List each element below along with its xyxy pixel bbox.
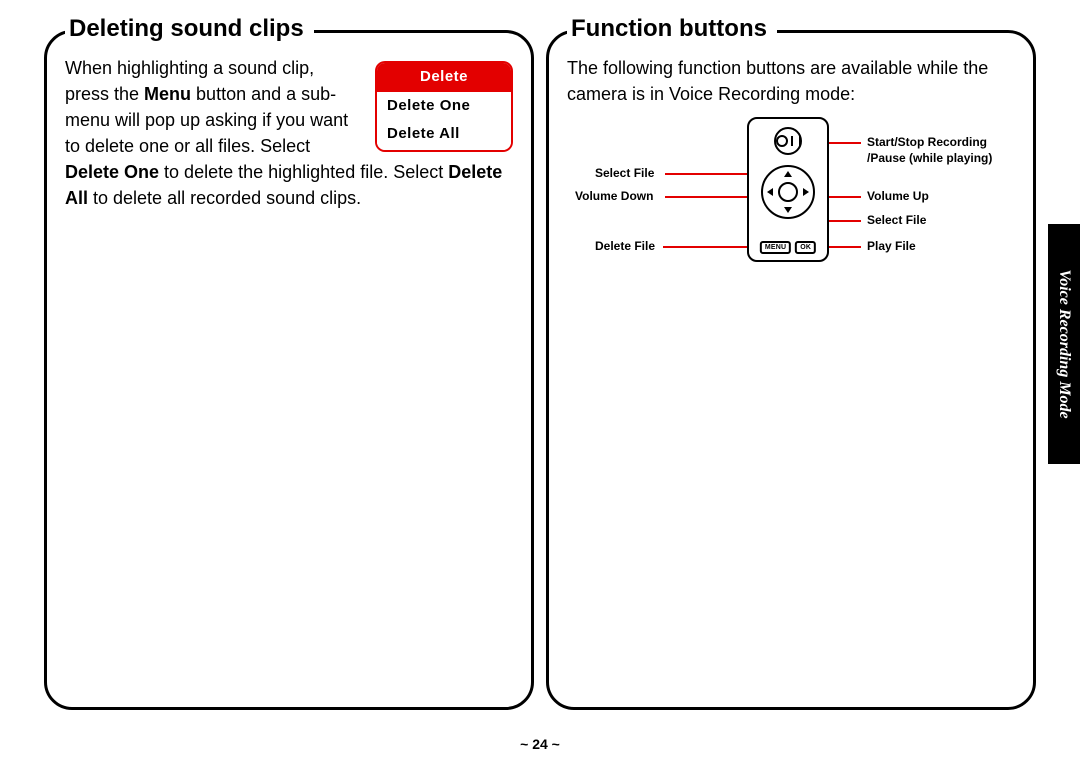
delete-submenu-item-all: Delete All <box>377 120 511 151</box>
right-heading: Function buttons <box>567 15 777 43</box>
record-button-icon <box>774 127 802 155</box>
manual-page: Deleting sound clips Delete Delete One D… <box>0 0 1080 766</box>
dpad-icon <box>761 165 815 219</box>
label-volume-up: Volume Up <box>867 189 929 204</box>
columns: Deleting sound clips Delete Delete One D… <box>0 0 1080 766</box>
delete-submenu-header: Delete <box>377 63 511 92</box>
delete-one-bold: Delete One <box>65 162 159 182</box>
label-delete-file: Delete File <box>595 239 655 254</box>
label-pause: /Pause (while playing) <box>867 151 992 166</box>
dpad-left-icon <box>767 188 773 196</box>
delete-submenu-item-one: Delete One <box>377 92 511 120</box>
label-start-stop: Start/Stop Recording <box>867 135 987 150</box>
dpad-down-icon <box>784 207 792 213</box>
controller-diagram: Select File Volume Down Delete File Star… <box>567 117 1015 317</box>
left-body: Delete Delete One Delete All When highli… <box>65 55 513 212</box>
ok-button-label: OK <box>795 241 816 254</box>
left-panel: Deleting sound clips Delete Delete One D… <box>44 30 534 710</box>
menu-word: Menu <box>144 84 191 104</box>
left-text-3: to delete the highlighted file. Select <box>159 162 448 182</box>
delete-submenu: Delete Delete One Delete All <box>375 61 513 152</box>
side-tab: Voice Recording Mode <box>1048 224 1080 464</box>
menu-button-label: MENU <box>760 241 791 254</box>
label-volume-down: Volume Down <box>575 189 653 204</box>
lead-line <box>665 173 757 175</box>
left-heading-tab: Deleting sound clips <box>65 15 513 43</box>
controller-body: MENU OK <box>747 117 829 262</box>
lead-line <box>665 196 755 198</box>
side-tab-label: Voice Recording Mode <box>1055 269 1073 418</box>
dpad-center-icon <box>778 182 798 202</box>
left-heading: Deleting sound clips <box>65 15 314 43</box>
label-play-file: Play File <box>867 239 916 254</box>
right-panel: Function buttons The following function … <box>546 30 1036 710</box>
dpad-up-icon <box>784 171 792 177</box>
menu-ok-buttons: MENU OK <box>760 241 816 254</box>
page-number: ~ 24 ~ <box>0 736 1080 752</box>
label-select-file-left: Select File <box>595 166 654 181</box>
label-select-file-right: Select File <box>867 213 926 228</box>
dpad-right-icon <box>803 188 809 196</box>
left-text-4: to delete all recorded sound clips. <box>88 188 361 208</box>
right-intro: The following function buttons are avail… <box>567 55 1015 107</box>
right-heading-tab: Function buttons <box>567 15 1015 43</box>
